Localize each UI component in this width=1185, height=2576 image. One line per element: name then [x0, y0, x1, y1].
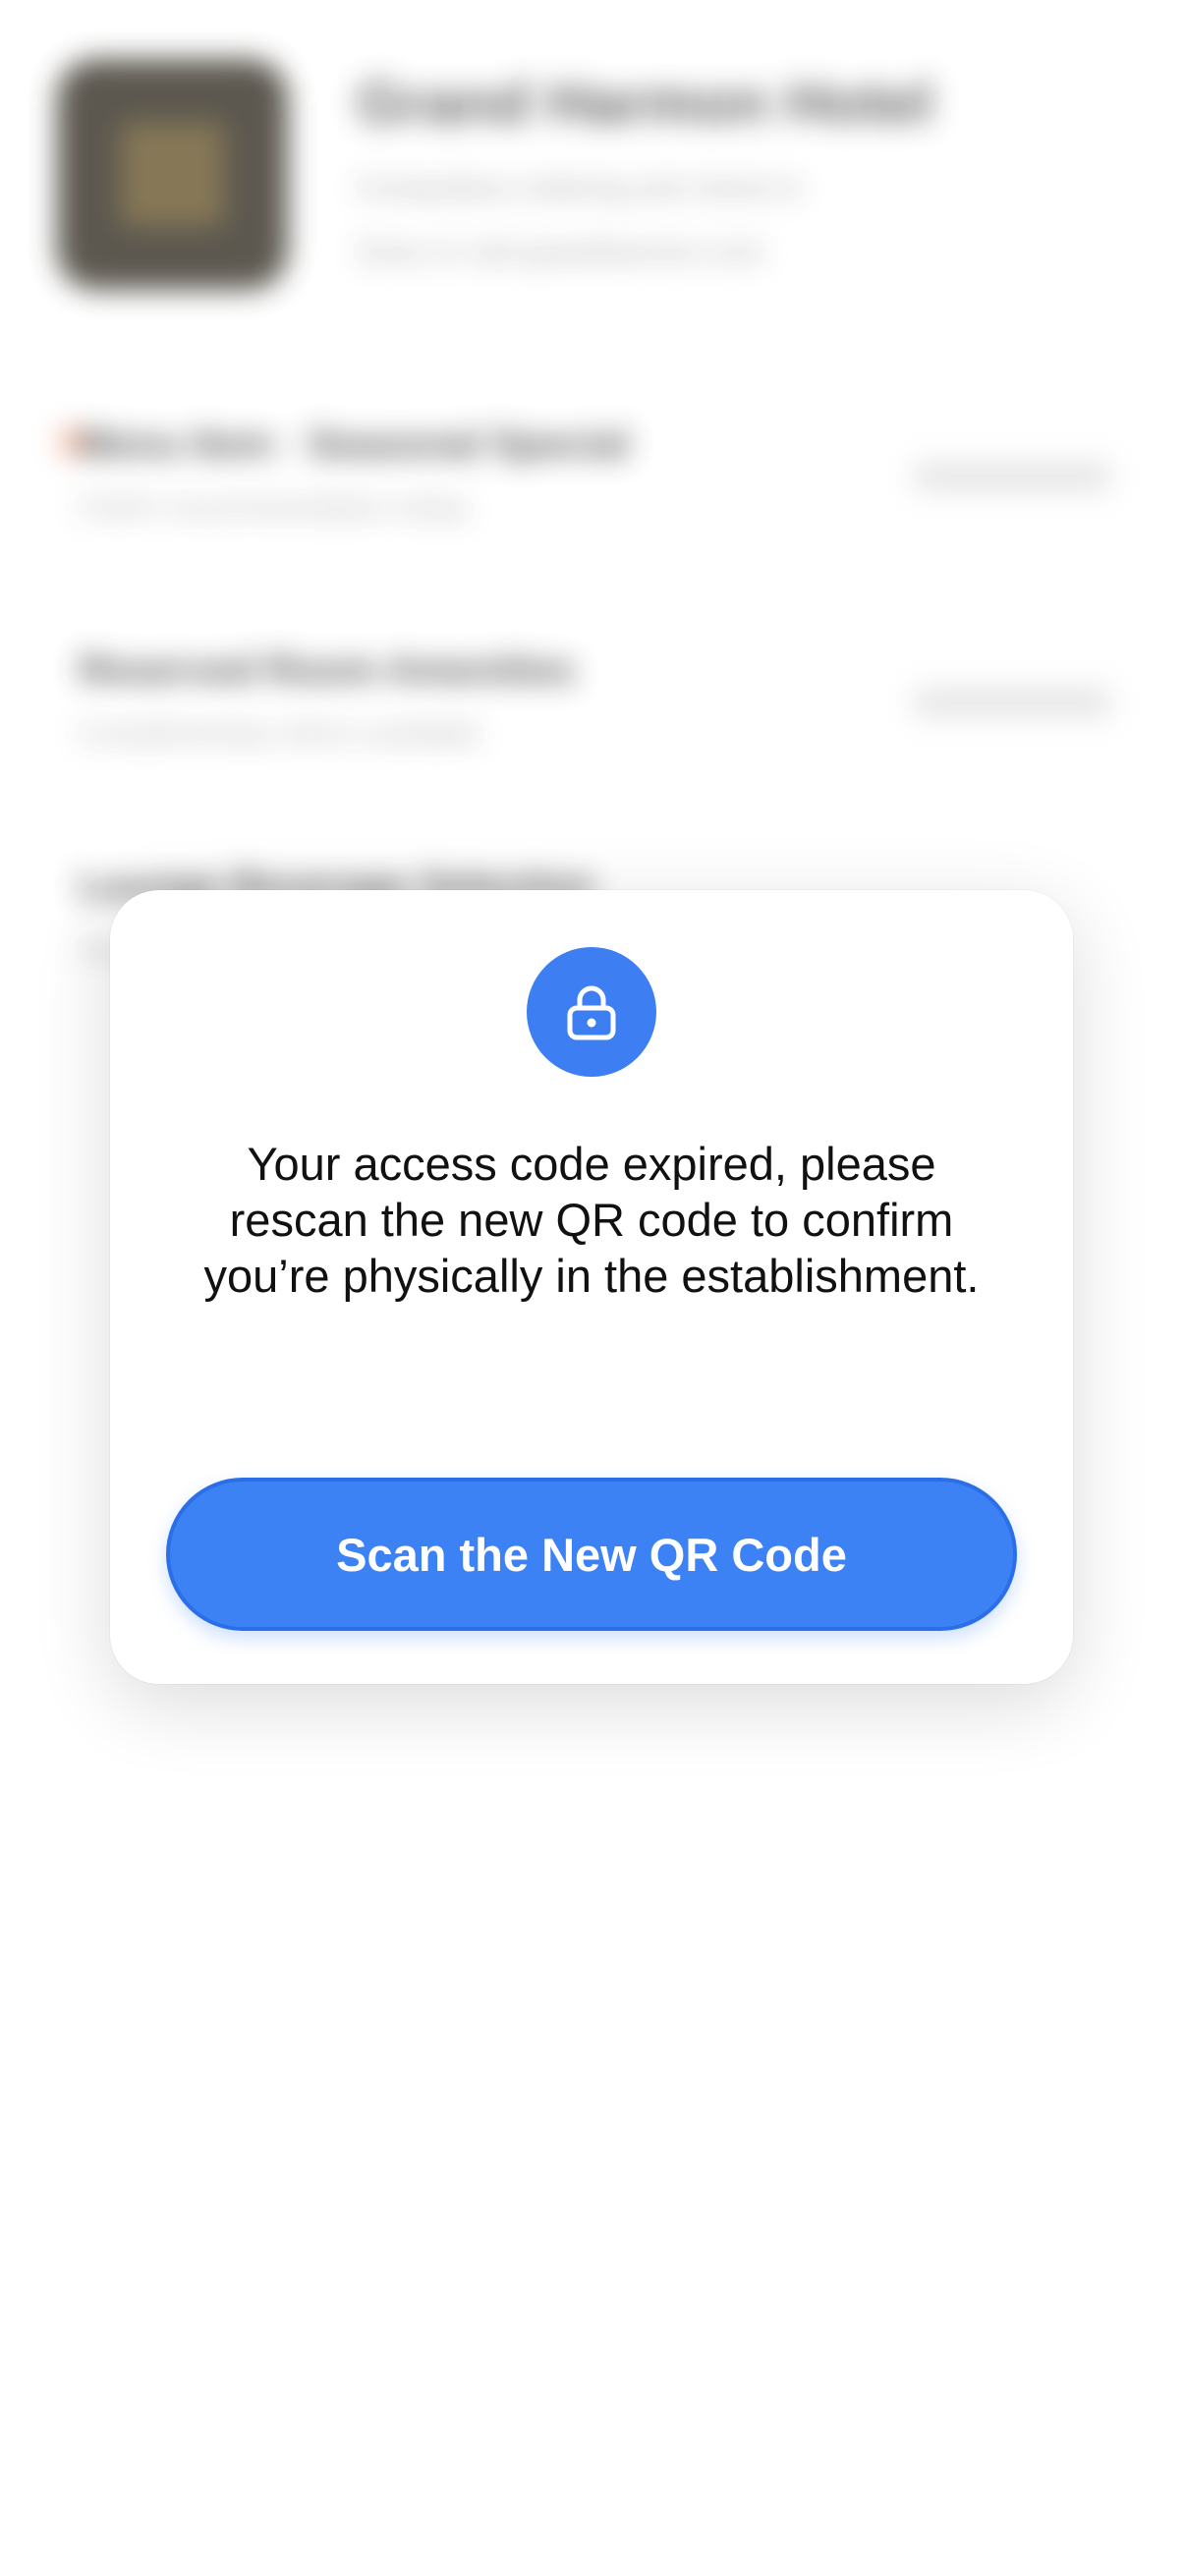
venue-logo-mark — [121, 123, 224, 226]
list-item-title: Menu Item · Seasonal Special — [79, 422, 630, 466]
list-item-subtitle: Complimentary items available — [79, 717, 480, 750]
venue-logo — [57, 59, 288, 290]
scan-qr-code-button[interactable]: Scan the New QR Code — [166, 1478, 1017, 1631]
status-dot — [59, 427, 88, 457]
list-item-title: Reserved Room Amenities — [79, 648, 576, 692]
list-item-meta — [914, 462, 1110, 491]
list-item-meta — [914, 688, 1110, 717]
list-item-subtitle: Chef's recommendation today — [79, 491, 470, 524]
venue-description: Contactless ordering and check-in — [357, 172, 803, 204]
lock-icon — [527, 947, 656, 1077]
venue-name: Grand Harmon Hotel — [357, 70, 933, 136]
list-item: Menu Item · Seasonal Special Chef's reco… — [59, 422, 1130, 580]
list-item: Reserved Room Amenities Complimentary it… — [59, 648, 1130, 806]
venue-header: Grand Harmon Hotel Contactless ordering … — [57, 59, 1128, 305]
access-expired-dialog: Your access code expired, please rescan … — [110, 890, 1073, 1684]
venue-contact: Scan or visit grandharmon.com — [357, 236, 765, 268]
lock-icon-glyph — [567, 985, 616, 1040]
dialog-message: Your access code expired, please rescan … — [203, 1138, 980, 1302]
